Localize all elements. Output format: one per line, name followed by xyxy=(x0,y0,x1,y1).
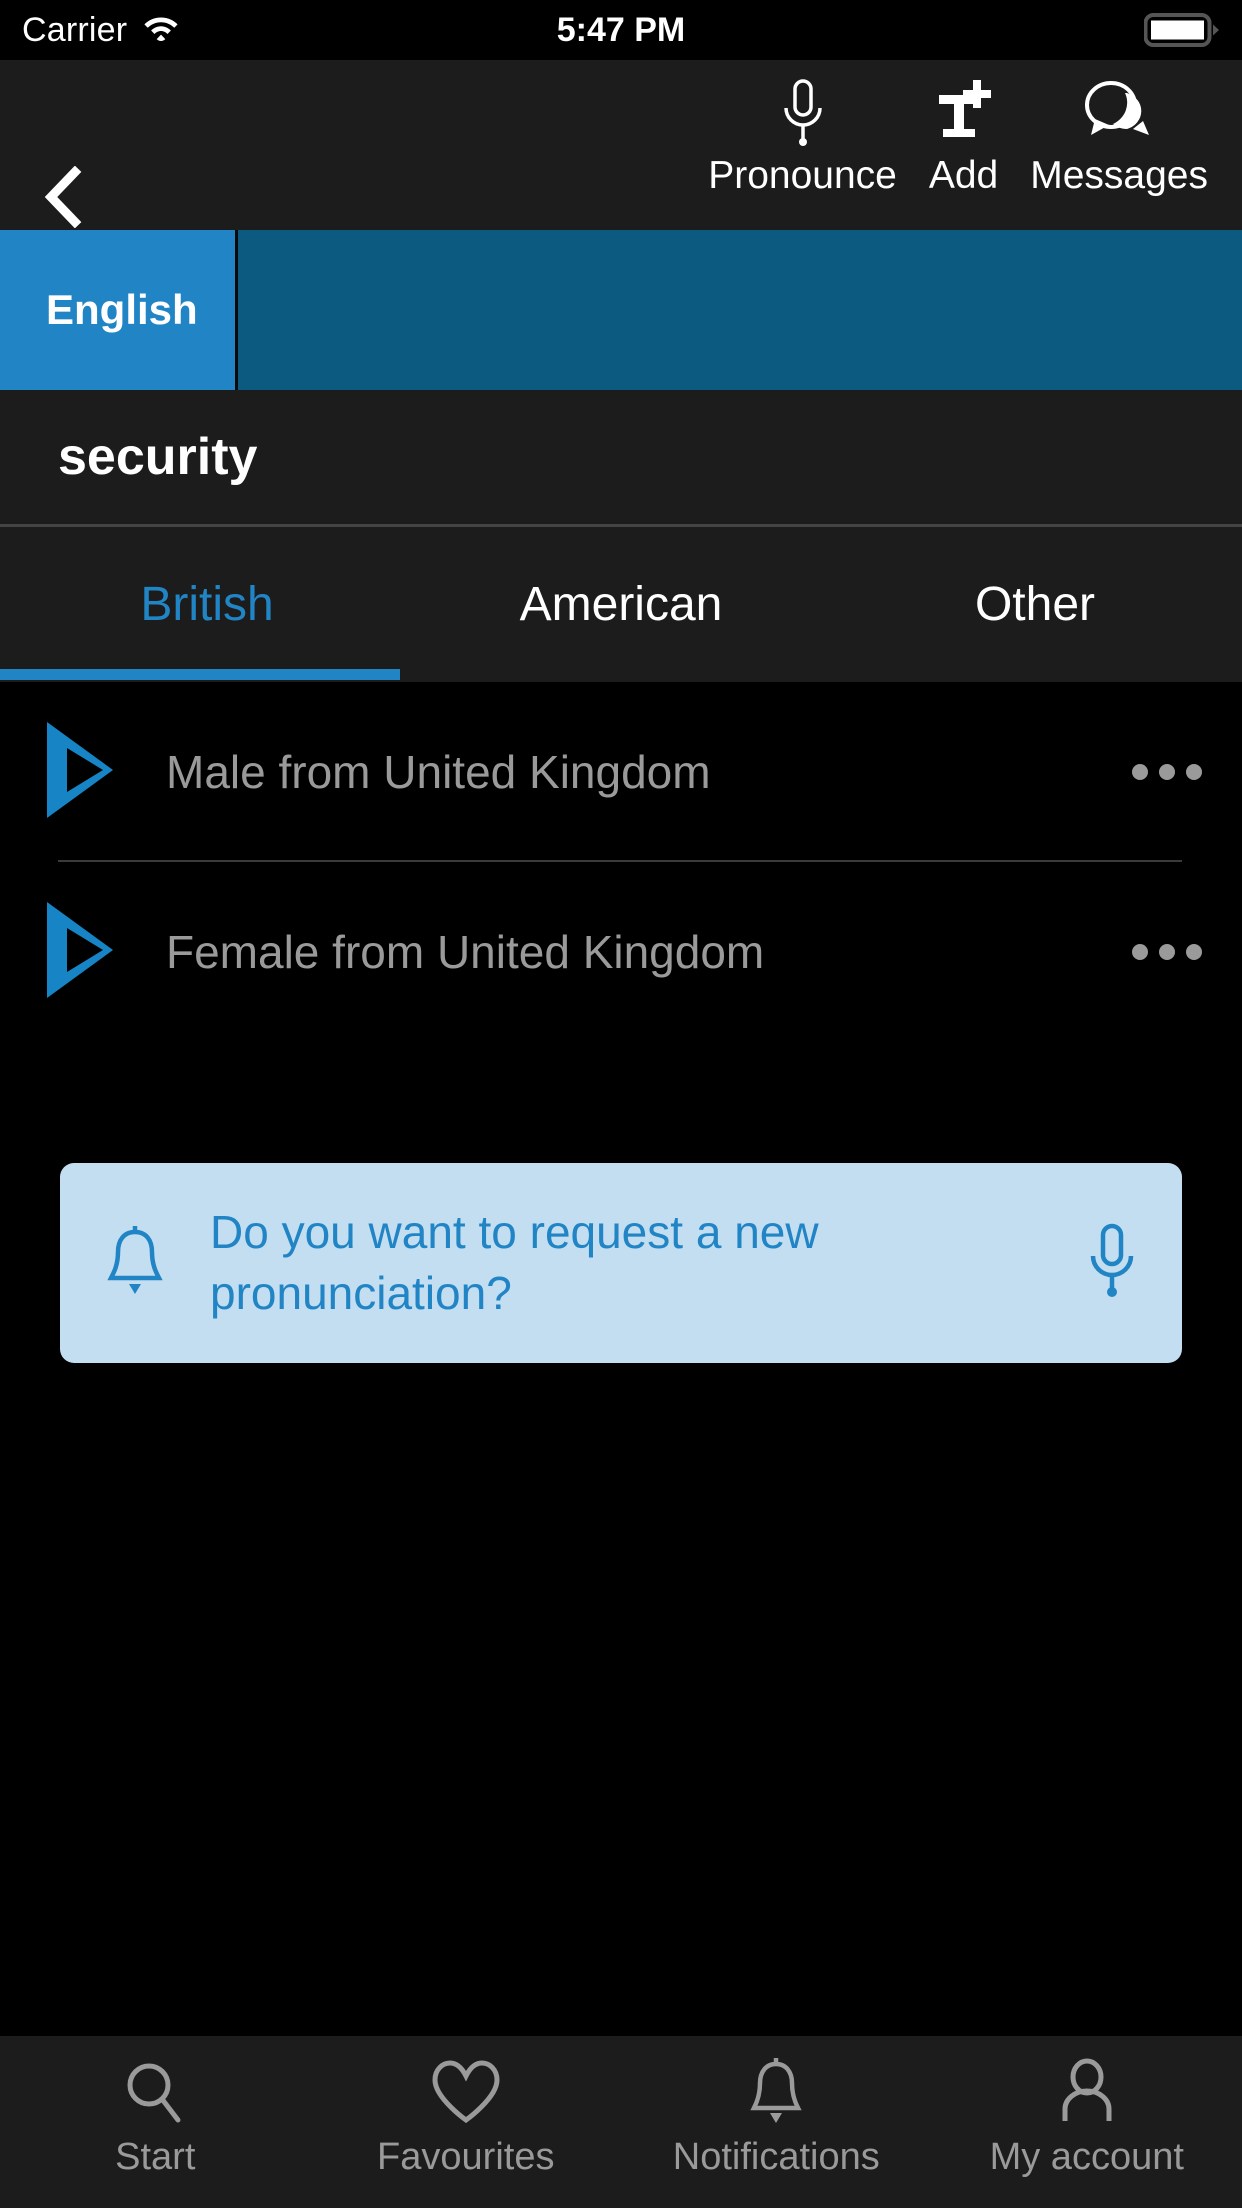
battery-full-icon xyxy=(1144,12,1222,48)
play-button[interactable] xyxy=(0,718,160,827)
language-strip: English xyxy=(0,230,1242,390)
page-title: security xyxy=(58,428,258,486)
more-horizontal-icon[interactable] xyxy=(1092,944,1242,960)
nav-item-start[interactable]: Start xyxy=(0,2054,311,2179)
row-label: Female from United Kingdom xyxy=(166,926,765,978)
bell-icon xyxy=(60,1224,210,1302)
messages-button[interactable]: Messages xyxy=(1014,74,1224,198)
dot xyxy=(1159,764,1175,780)
table-row[interactable]: Male from United Kingdom xyxy=(0,682,1242,862)
record-pronunciation-button[interactable] xyxy=(1042,1221,1182,1306)
row-label: Male from United Kingdom xyxy=(166,746,711,798)
heart-icon xyxy=(428,2054,504,2132)
dot xyxy=(1132,764,1148,780)
toolbar-actions: Pronounce Add Messages xyxy=(692,74,1224,198)
person-icon xyxy=(1054,2054,1120,2132)
more-horizontal-icon[interactable] xyxy=(1092,764,1242,780)
chevron-left-icon xyxy=(39,165,87,233)
clock-label: 5:47 PM xyxy=(556,10,686,49)
nav-item-favourites[interactable]: Favourites xyxy=(311,2054,622,2179)
add-label: Add xyxy=(928,154,999,197)
request-pronunciation-card[interactable]: Do you want to request a new pronunciati… xyxy=(60,1163,1182,1363)
nav-label-notifications: Notifications xyxy=(672,2136,880,2178)
top-toolbar: Pronounce Add Messages xyxy=(0,60,1242,230)
pronounce-label: Pronounce xyxy=(708,154,897,197)
word-header: security xyxy=(0,390,1242,524)
search-icon xyxy=(120,2054,190,2132)
accent-tabs: British American Other xyxy=(0,527,1242,682)
nav-label-start: Start xyxy=(115,2136,196,2178)
play-icon xyxy=(41,898,119,1007)
add-button[interactable]: Add xyxy=(913,74,1014,198)
add-text-icon xyxy=(933,74,995,152)
nav-label-my-account: My account xyxy=(989,2136,1184,2178)
microphone-icon xyxy=(1084,1221,1140,1306)
language-tab-label: English xyxy=(46,286,198,333)
bell-icon xyxy=(747,2054,805,2132)
messages-label: Messages xyxy=(1030,154,1208,197)
back-button[interactable] xyxy=(28,164,98,234)
pronounce-button[interactable]: Pronounce xyxy=(692,74,913,198)
app-screen: Carrier 5:47 PM Pronounce Add Messages E… xyxy=(0,0,1242,2208)
language-strip-empty[interactable] xyxy=(238,230,1242,390)
dot xyxy=(1186,944,1202,960)
status-bar: Carrier 5:47 PM xyxy=(0,0,1242,60)
active-tab-indicator xyxy=(0,669,400,680)
nav-item-my-account[interactable]: My account xyxy=(932,2054,1242,2179)
nav-label-favourites: Favourites xyxy=(377,2136,555,2178)
tab-british[interactable]: British xyxy=(0,527,414,682)
language-tab-english[interactable]: English xyxy=(0,230,238,390)
play-icon xyxy=(41,718,119,827)
tab-other[interactable]: Other xyxy=(828,527,1242,682)
microphone-icon xyxy=(777,74,829,152)
play-button[interactable] xyxy=(0,898,160,1007)
dot xyxy=(1132,944,1148,960)
dot xyxy=(1186,764,1202,780)
speech-bubbles-icon xyxy=(1081,74,1157,152)
nav-item-notifications[interactable]: Notifications xyxy=(621,2054,932,2179)
pronunciation-list: Male from United Kingdom Female from Uni… xyxy=(0,682,1242,1042)
tab-american[interactable]: American xyxy=(414,527,828,682)
table-row[interactable]: Female from United Kingdom xyxy=(0,862,1242,1042)
dot xyxy=(1159,944,1175,960)
bottom-navigation: Start Favourites Notifications My accoun… xyxy=(0,2036,1242,2208)
request-card-text: Do you want to request a new pronunciati… xyxy=(210,1206,819,1319)
